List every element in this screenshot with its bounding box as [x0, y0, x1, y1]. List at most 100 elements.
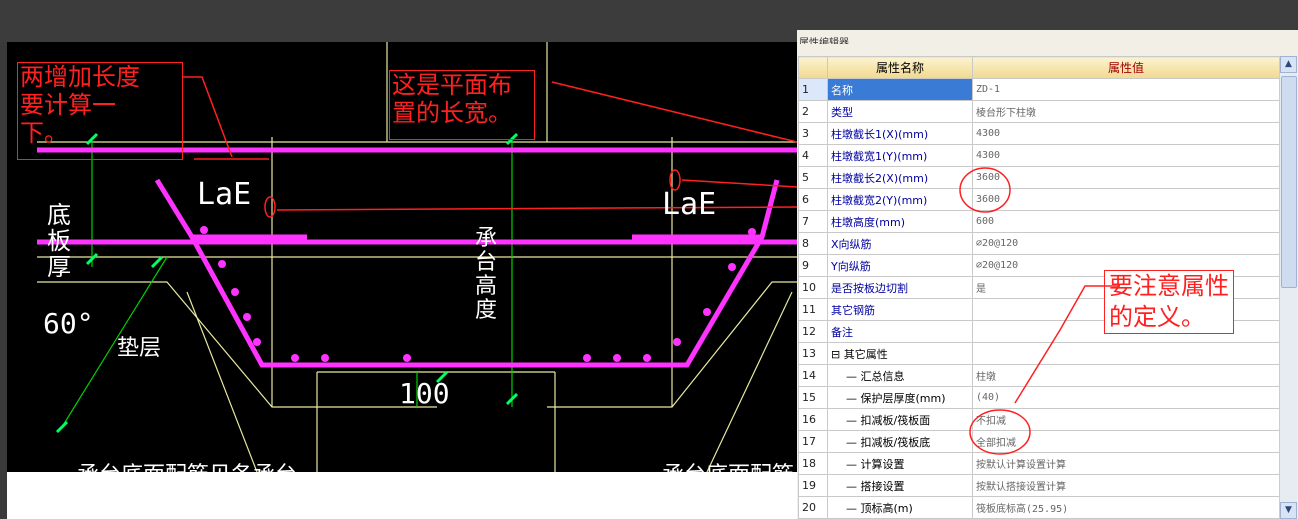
property-name[interactable]: — 扣减板/筏板底 [827, 430, 973, 453]
scroll-thumb[interactable] [1281, 76, 1297, 288]
cap-height-label: 承台高度 [475, 226, 498, 323]
property-row[interactable]: 8 X向纵筋 ⌀20@120 [798, 232, 1280, 255]
property-name[interactable]: — 顶标高(m) [827, 496, 973, 519]
property-row[interactable]: 1 名称 ZD-1 [798, 78, 1280, 101]
property-row[interactable]: 3 柱墩截长1(X)(mm) 4300 [798, 122, 1280, 145]
property-value[interactable]: 按默认搭接设置计算 [972, 474, 1280, 497]
row-number: 9 [798, 254, 828, 277]
property-row[interactable]: 13 ⊟ 其它属性 [798, 342, 1280, 365]
annotation-left: 两增加长度 要计算一 下。 [17, 62, 183, 160]
property-name[interactable]: 其它钢筋 [827, 298, 973, 321]
property-row[interactable]: 20— 顶标高(m) 筏板底标高(25.95) [798, 496, 1280, 519]
property-name-text: 扣减板/筏板面 [860, 413, 931, 427]
property-value[interactable]: 按默认计算设置计算 [972, 452, 1280, 475]
property-name-text: 顶标高(m) [860, 501, 913, 515]
property-row[interactable]: 14— 汇总信息 柱墩 [798, 364, 1280, 387]
collapse-icon[interactable]: ⊟ [831, 348, 844, 361]
property-name[interactable]: 柱墩截宽1(Y)(mm) [827, 144, 973, 167]
cad-drawing-canvas[interactable]: LaE LaE 底板厚 承台高度 60° 垫层 100 承台底面配筋见各承台 承… [7, 42, 797, 472]
property-name-text: 柱墩截宽2(Y)(mm) [831, 193, 928, 207]
cushion-label: 垫层 [117, 336, 162, 361]
property-name[interactable]: Y向纵筋 [827, 254, 973, 277]
blank-area [7, 472, 797, 519]
property-value[interactable]: 3600 [972, 166, 1280, 189]
property-value[interactable]: 筏板底标高(25.95) [972, 496, 1280, 519]
vertical-scrollbar[interactable]: ▲ ▼ [1279, 56, 1297, 519]
property-name[interactable]: 柱墩截宽2(Y)(mm) [827, 188, 973, 211]
row-number: 20 [798, 496, 828, 519]
property-name-text: 其它钢筋 [831, 303, 875, 317]
property-name[interactable]: — 计算设置 [827, 452, 973, 475]
property-row[interactable]: 6 柱墩截宽2(Y)(mm) 3600 [798, 188, 1280, 211]
property-name-text: 计算设置 [860, 457, 905, 471]
tree-indent: — [846, 369, 861, 383]
property-name[interactable]: — 汇总信息 [827, 364, 973, 387]
row-number: 14 [798, 364, 828, 387]
property-value[interactable]: ZD-1 [972, 78, 1280, 101]
property-name[interactable]: 柱墩截长2(X)(mm) [827, 166, 973, 189]
row-number: 17 [798, 430, 828, 453]
property-name-text: 备注 [831, 325, 853, 339]
property-value[interactable]: 4300 [972, 122, 1280, 145]
property-row[interactable]: 4 柱墩截宽1(Y)(mm) 4300 [798, 144, 1280, 167]
property-value[interactable] [972, 342, 1280, 365]
property-name-text: 保护层厚度(mm) [860, 391, 946, 405]
property-value[interactable]: 4300 [972, 144, 1280, 167]
property-name-text: 柱墩截长1(X)(mm) [831, 127, 929, 141]
property-value[interactable]: 600 [972, 210, 1280, 233]
row-number: 18 [798, 452, 828, 475]
property-name-text: 类型 [831, 105, 853, 119]
property-name-header[interactable]: 属性名称 [827, 56, 973, 79]
scroll-down-button[interactable]: ▼ [1280, 502, 1297, 519]
property-row[interactable]: 15— 保护层厚度(mm) (40) [798, 386, 1280, 409]
property-row[interactable]: 17— 扣减板/筏板底 全部扣减 [798, 430, 1280, 453]
tree-indent: — [846, 391, 861, 405]
property-name[interactable]: 柱墩截长1(X)(mm) [827, 122, 973, 145]
property-name[interactable]: X向纵筋 [827, 232, 973, 255]
property-name[interactable]: — 扣减板/筏板面 [827, 408, 973, 431]
property-row[interactable]: 16— 扣减板/筏板面 不扣减 [798, 408, 1280, 431]
property-name[interactable]: 柱墩高度(mm) [827, 210, 973, 233]
property-name[interactable]: 备注 [827, 320, 973, 343]
row-number: 13 [798, 342, 828, 365]
property-row[interactable]: 2 类型 棱台形下柱墩 [798, 100, 1280, 123]
property-value[interactable]: 3600 [972, 188, 1280, 211]
property-name[interactable]: ⊟ 其它属性 [827, 342, 973, 365]
row-number: 8 [798, 232, 828, 255]
lae-label-left: LaE [197, 177, 252, 212]
row-number: 2 [798, 100, 828, 123]
property-name-text: 是否按板边切割 [831, 281, 908, 295]
property-name[interactable]: 名称 [827, 78, 973, 101]
property-name-text: 其它属性 [843, 347, 888, 361]
property-value-header[interactable]: 属性值 [972, 56, 1280, 79]
tree-indent: — [846, 435, 861, 449]
row-number: 3 [798, 122, 828, 145]
property-row[interactable]: 5 柱墩截长2(X)(mm) 3600 [798, 166, 1280, 189]
tree-indent: — [846, 479, 861, 493]
property-name-text: 搭接设置 [860, 479, 905, 493]
property-name[interactable]: — 搭接设置 [827, 474, 973, 497]
property-value[interactable]: (40) [972, 386, 1280, 409]
angle-label: 60° [43, 307, 94, 340]
property-row[interactable]: 19— 搭接设置 按默认搭接设置计算 [798, 474, 1280, 497]
tree-indent: — [846, 457, 861, 471]
property-name[interactable]: 类型 [827, 100, 973, 123]
property-value[interactable]: 棱台形下柱墩 [972, 100, 1280, 123]
property-value[interactable]: ⌀20@120 [972, 232, 1280, 255]
property-name-text: 扣减板/筏板底 [860, 435, 931, 449]
row-number: 12 [798, 320, 828, 343]
property-value[interactable]: 柱墩 [972, 364, 1280, 387]
row-number: 5 [798, 166, 828, 189]
row-number: 11 [798, 298, 828, 321]
property-name-text: 汇总信息 [860, 369, 905, 383]
property-value[interactable]: 不扣减 [972, 408, 1280, 431]
scroll-up-button[interactable]: ▲ [1280, 56, 1297, 73]
property-row[interactable]: 7 柱墩高度(mm) 600 [798, 210, 1280, 233]
property-name[interactable]: 是否按板边切割 [827, 276, 973, 299]
property-row[interactable]: 18— 计算设置 按默认计算设置计算 [798, 452, 1280, 475]
property-editor-panel: 属性编辑器 属性名称 属性值 1 名称 ZD-1 2 类型 棱台形下柱墩 3 柱墩截长1(X)… [797, 30, 1298, 519]
property-name[interactable]: — 保护层厚度(mm) [827, 386, 973, 409]
row-number: 19 [798, 474, 828, 497]
property-value[interactable]: 全部扣减 [972, 430, 1280, 453]
row-number-header [798, 56, 828, 79]
